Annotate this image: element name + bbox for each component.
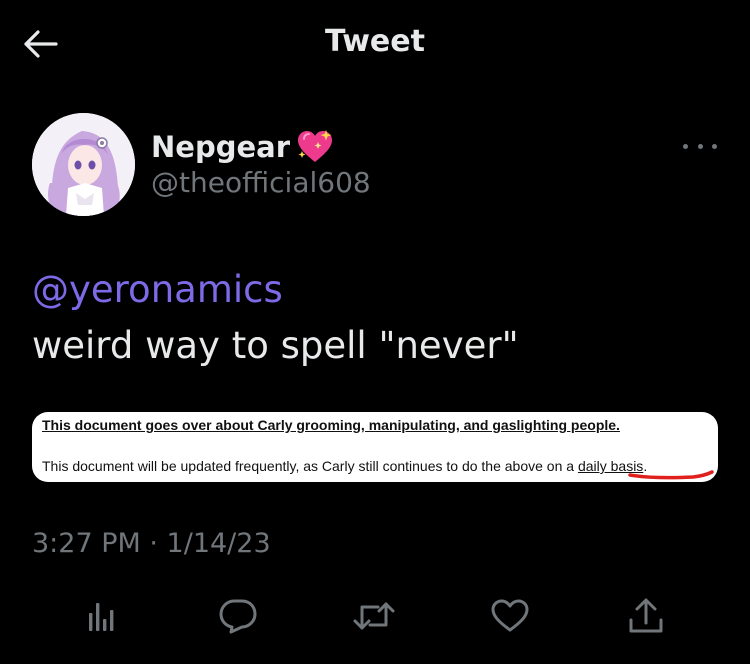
tweet-body: weird way to spell "never"	[32, 324, 519, 367]
share-button[interactable]	[622, 592, 670, 640]
retweet-icon	[353, 602, 395, 630]
like-button[interactable]	[486, 592, 534, 640]
tweet-time: 3:27 PM	[32, 528, 141, 559]
avatar-image	[32, 113, 135, 216]
more-icon	[683, 143, 688, 149]
sparkling-heart-icon	[296, 129, 334, 165]
more-icon-dot	[697, 143, 703, 149]
author-handle[interactable]: @theofficial608	[151, 166, 371, 199]
more-icon-dot	[712, 143, 717, 149]
attached-image[interactable]: This document goes over about Carly groo…	[32, 412, 718, 482]
avatar[interactable]	[32, 113, 135, 216]
document-heading: This document goes over about Carly groo…	[42, 417, 620, 433]
timestamp: 3:27 PM · 1/14/23	[32, 528, 271, 559]
red-underline-annotation	[628, 470, 714, 480]
top-bar: Tweet	[0, 0, 750, 90]
reply-button[interactable]	[214, 592, 262, 640]
like-icon	[491, 599, 529, 632]
author-name: Nepgear	[151, 130, 290, 164]
mention-link[interactable]: @yeronamics	[32, 262, 519, 318]
analytics-icon	[89, 603, 114, 631]
tweet-date: 1/14/23	[166, 528, 271, 559]
share-icon	[629, 598, 663, 633]
document-line: This document will be updated frequently…	[42, 458, 647, 474]
page-title: Tweet	[325, 24, 425, 59]
retweet-button[interactable]	[350, 592, 398, 640]
document-line-text: This document will be updated frequently…	[42, 458, 578, 474]
tweet-actions	[0, 592, 750, 640]
tweet-text: @yeronamics weird way to spell "never"	[32, 262, 519, 374]
more-button[interactable]	[683, 137, 717, 155]
meta-separator: ·	[140, 528, 167, 559]
analytics-button[interactable]	[78, 592, 126, 640]
author-name-row[interactable]: Nepgear	[151, 125, 334, 169]
reply-icon	[219, 599, 257, 634]
